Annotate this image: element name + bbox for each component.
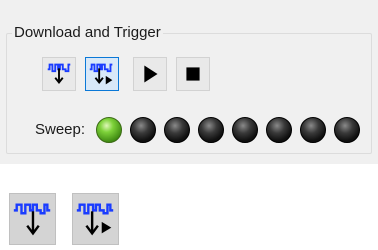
sweep-led-4 (198, 117, 224, 143)
trigger-waveform-run-large-icon (72, 193, 119, 245)
download-trigger-run-button[interactable] (85, 57, 119, 91)
sweep-led-5 (232, 117, 258, 143)
stop-icon (186, 67, 200, 81)
sweep-led-6 (266, 117, 292, 143)
trigger-waveform-large-icon (9, 193, 56, 245)
sweep-led-3 (164, 117, 190, 143)
play-icon (144, 65, 158, 83)
sweep-led-1-active (96, 117, 122, 143)
trigger-waveform-run-icon (76, 203, 114, 236)
sweep-led-8 (334, 117, 360, 143)
group-title: Download and Trigger (12, 24, 163, 42)
trigger-waveform-icon (13, 203, 51, 236)
sweep-led-2 (130, 117, 156, 143)
play-button[interactable] (133, 57, 167, 91)
trigger-waveform-run-icon (89, 63, 113, 85)
stop-button[interactable] (176, 57, 210, 91)
download-trigger-button[interactable] (42, 57, 76, 91)
sweep-led-7 (300, 117, 326, 143)
sweep-label: Sweep: (35, 121, 86, 138)
trigger-waveform-icon (47, 63, 71, 84)
